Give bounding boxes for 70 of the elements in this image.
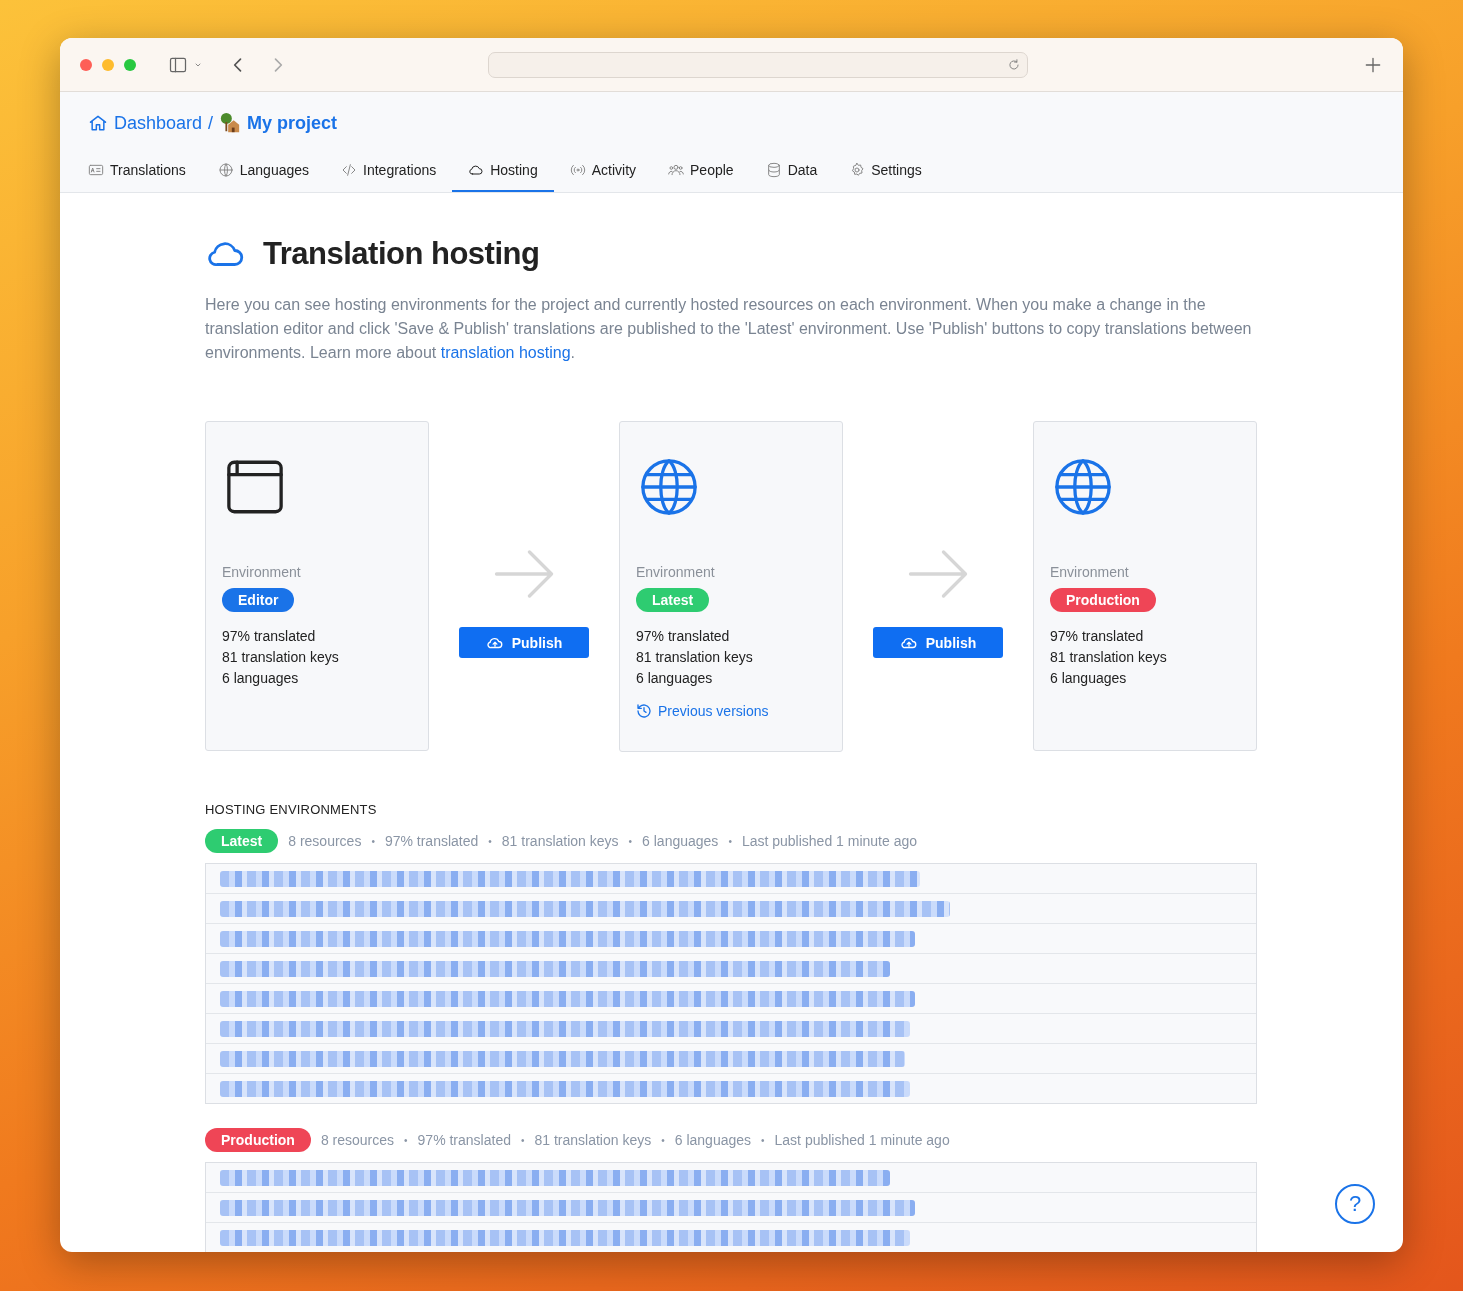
environment-stat: 97% translated <box>222 627 317 646</box>
environment-badge: Latest <box>205 829 279 853</box>
environment-stat: 97% translated <box>384 833 479 849</box>
environment-stat: 97% translated <box>417 1132 511 1148</box>
database-icon <box>765 162 782 178</box>
previous-versions-link[interactable]: Previous versions <box>636 703 826 719</box>
environment-label: Environment <box>222 564 302 580</box>
people-icon <box>668 162 685 178</box>
broadcast-icon <box>569 162 586 178</box>
environment-stat: 97% translated <box>1050 627 1145 646</box>
nav-tab[interactable]: Settings <box>833 152 938 192</box>
nav-tab[interactable]: Languages <box>201 152 326 192</box>
breadcrumb-link[interactable]: My project <box>219 112 338 134</box>
section-title: HOSTING ENVIRONMENTS <box>205 802 378 817</box>
environment-stat: Last published 1 minute ago <box>774 1132 950 1148</box>
environment-label: Environment <box>1050 564 1130 580</box>
reload-icon <box>1007 57 1021 72</box>
separator-dot: • <box>628 835 633 847</box>
intro-paragraph: Here you can see hosting environments for the project and currently hosted resources on each environment. When you make a change in the translation editor and click 'Save & Publish' translations are published to the 'Latest' environment. Use 'Publish' buttons to copy translations between environments. Learn more about translation hosting. <box>205 295 1253 363</box>
environment-stat: 97% translated <box>636 627 731 646</box>
environment-badge: Editor <box>222 588 295 612</box>
separator-dot: • <box>488 835 492 847</box>
page-title: Translation hosting <box>263 236 540 272</box>
environment-stat: 6 languages <box>636 669 714 688</box>
environment-badge: Production <box>1050 588 1156 612</box>
environment-stat: 6 languages <box>222 669 300 688</box>
breadcrumb-separator: / <box>208 112 214 134</box>
nav-tab[interactable]: People <box>652 152 750 192</box>
help-button[interactable]: ? <box>1335 1184 1375 1224</box>
address-bar[interactable] <box>488 51 1028 78</box>
nav-tab[interactable]: Activity <box>553 152 653 192</box>
minimize-window-icon[interactable] <box>102 58 114 71</box>
cloud-icon <box>468 162 485 178</box>
translation-hosting-link[interactable]: translation hosting <box>440 344 571 361</box>
nav-tab[interactable]: Integrations <box>325 152 453 192</box>
environment-stat: 81 translation keys <box>501 833 619 849</box>
nav-tab[interactable]: Translations <box>88 152 202 192</box>
translate-icon <box>88 162 104 178</box>
separator-dot: • <box>520 1134 525 1146</box>
environment-stat: 81 translation keys <box>1050 648 1168 667</box>
environment-badge: Production <box>205 1128 311 1152</box>
environment-stat: 6 languages <box>674 1132 752 1148</box>
environment-badge: Latest <box>636 588 710 612</box>
environment-stat: 6 languages <box>1050 669 1128 688</box>
separator-dot: • <box>728 835 732 847</box>
settings-icon <box>849 162 866 178</box>
separator-dot: • <box>661 1134 665 1146</box>
house-tree-icon <box>219 112 242 134</box>
code-icon <box>341 162 358 178</box>
home-icon <box>88 113 108 133</box>
environment-label: Environment <box>636 564 716 580</box>
environment-stat: 8 resources <box>288 833 362 849</box>
nav-tab[interactable]: Hosting <box>452 152 554 192</box>
environment-stat: 81 translation keys <box>222 648 340 667</box>
environment-stat: 8 resources <box>320 1132 395 1148</box>
nav-tab[interactable]: Data <box>749 152 834 192</box>
breadcrumb-link[interactable]: Dashboard <box>88 112 203 134</box>
environment-stat: 6 languages <box>642 833 719 849</box>
history-icon <box>636 703 652 719</box>
environment-stat: Last published 1 minute ago <box>741 833 917 849</box>
publish-button[interactable]: Publish <box>873 627 1003 658</box>
close-window-icon[interactable] <box>80 58 92 71</box>
separator-dot: • <box>761 1134 765 1146</box>
separator-dot: • <box>371 835 375 847</box>
publish-button[interactable]: Publish <box>459 627 589 658</box>
zoom-window-icon[interactable] <box>124 58 136 71</box>
environment-stat: 81 translation keys <box>636 648 754 667</box>
separator-dot: • <box>404 1134 408 1146</box>
environment-stat: 81 translation keys <box>534 1132 652 1148</box>
globe-icon <box>217 162 234 178</box>
